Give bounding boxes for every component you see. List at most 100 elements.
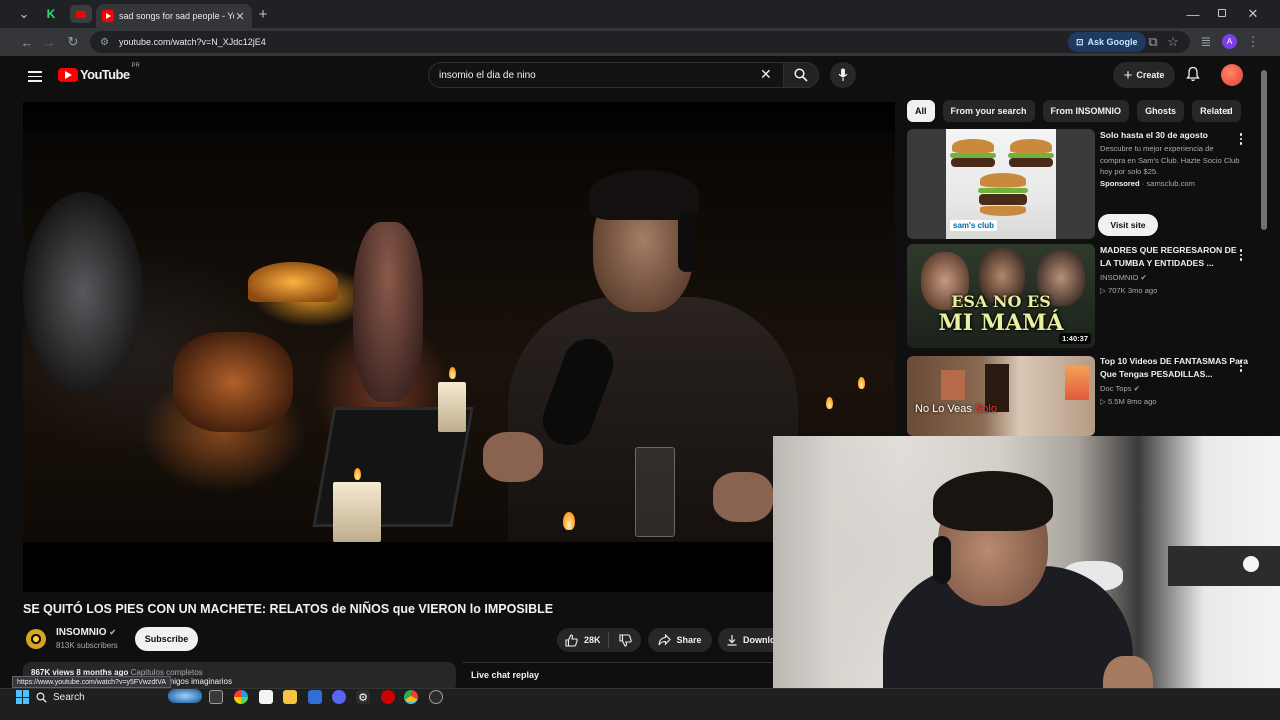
new-tab-button[interactable]: + bbox=[256, 0, 270, 28]
channel-name[interactable]: INSOMNIO ✔ bbox=[1100, 272, 1147, 283]
burger-illustration bbox=[1010, 139, 1052, 153]
video-thumbnail[interactable]: ESA NO ES MI MAMÁ 1:40:37 bbox=[907, 244, 1095, 348]
page-scrollbar[interactable] bbox=[1261, 70, 1267, 230]
subscribe-button[interactable]: Subscribe bbox=[135, 627, 198, 651]
channel-avatar[interactable] bbox=[26, 629, 46, 649]
water-glass bbox=[635, 447, 675, 537]
channel-name-text: INSOMNIO bbox=[56, 627, 107, 638]
ad-domain: samsclub.com bbox=[1146, 179, 1195, 188]
youtube-logo-icon bbox=[58, 67, 78, 82]
chrome-icon[interactable] bbox=[404, 690, 418, 704]
webcam-lamp bbox=[1243, 556, 1259, 572]
video-frame bbox=[23, 102, 895, 592]
file-explorer-icon[interactable] bbox=[283, 690, 297, 704]
video-meta: ▷ 707K 3mo ago bbox=[1100, 285, 1157, 296]
sams-club-logo: sam's club bbox=[950, 220, 998, 231]
channel-name[interactable]: INSOMNIO ✔ bbox=[56, 627, 116, 638]
chip-ghosts[interactable]: Ghosts bbox=[1137, 100, 1185, 122]
outlook-icon[interactable] bbox=[308, 690, 322, 704]
search-icon bbox=[36, 691, 47, 703]
notepad-icon[interactable] bbox=[259, 690, 273, 704]
discord-icon[interactable] bbox=[332, 690, 346, 704]
link-hover-status: https://www.youtube.com/watch?v=y5FVwzdt… bbox=[12, 676, 172, 688]
video-thumbnail[interactable]: No Lo Veas Solo bbox=[907, 356, 1095, 436]
window-close-icon[interactable]: ✕ bbox=[1246, 0, 1260, 28]
ad-thumbnail[interactable]: sam's club bbox=[907, 129, 1095, 239]
youtube-logo[interactable]: YouTube PR bbox=[58, 63, 140, 82]
windows-start-icon[interactable] bbox=[16, 690, 30, 704]
burger-illustration bbox=[980, 173, 1026, 187]
chip-all[interactable]: All bbox=[907, 100, 935, 122]
obs-icon[interactable] bbox=[429, 690, 443, 704]
thumbnail-poster bbox=[1065, 366, 1089, 400]
video-title-link[interactable]: Top 10 Videos DE FANTASMAS Para Que Teng… bbox=[1100, 355, 1250, 380]
host-hand bbox=[483, 432, 543, 482]
share-label: Share bbox=[676, 635, 702, 645]
channel-name[interactable]: Doc Tops ✔ bbox=[1100, 383, 1140, 394]
settings-gear-icon[interactable]: ⚙ bbox=[356, 690, 370, 704]
views-icon: ▷ bbox=[1100, 286, 1106, 295]
reload-icon[interactable]: ↻ bbox=[62, 28, 84, 56]
webcam-overlay bbox=[773, 436, 1280, 720]
video-player[interactable] bbox=[23, 102, 895, 592]
kebab-icon[interactable] bbox=[1236, 249, 1246, 261]
bell-icon[interactable] bbox=[1186, 66, 1200, 82]
browser-menu-icon[interactable]: ⋮ bbox=[1242, 28, 1264, 56]
chip-related[interactable]: Related bbox=[1192, 100, 1241, 122]
search-input[interactable]: insomio el dia de nino bbox=[428, 62, 783, 88]
visit-site-button[interactable]: Visit site bbox=[1098, 214, 1158, 236]
thumbnail-text: No Lo Veas Solo bbox=[915, 403, 997, 415]
webcam-shelf bbox=[1168, 546, 1280, 586]
tab-active[interactable]: sad songs for sad people - You ✕ bbox=[96, 4, 252, 28]
minimize-icon[interactable]: — bbox=[1186, 0, 1200, 28]
restore-icon[interactable] bbox=[1218, 9, 1226, 17]
create-label: Create bbox=[1136, 70, 1165, 80]
account-avatar[interactable] bbox=[1221, 64, 1243, 86]
host-hand bbox=[713, 472, 773, 522]
site-info-icon[interactable]: ⚙ bbox=[100, 37, 109, 48]
chip-from-channel[interactable]: From INSOMNIO bbox=[1042, 100, 1130, 122]
verified-icon: ✔ bbox=[1133, 384, 1141, 393]
burger-patty bbox=[1009, 158, 1053, 167]
media-app-icon[interactable] bbox=[381, 690, 395, 704]
bookmark-star-icon[interactable]: ☆ bbox=[1162, 28, 1184, 56]
tab-search-icon[interactable]: ⌄ bbox=[14, 0, 34, 28]
reading-list-icon[interactable]: ≣ bbox=[1195, 28, 1217, 56]
back-arrow-icon[interactable]: ← bbox=[16, 28, 38, 56]
candle-flame bbox=[563, 512, 575, 530]
task-view-icon[interactable] bbox=[209, 690, 223, 704]
share-icon bbox=[658, 634, 672, 646]
youtube-favicon-icon bbox=[102, 10, 114, 22]
plus-icon: + bbox=[1123, 66, 1133, 84]
pinned-tab-youtube[interactable] bbox=[70, 5, 92, 23]
subscriber-count: 813K subscribers bbox=[56, 641, 118, 650]
search-button[interactable] bbox=[783, 62, 819, 88]
video-title-link[interactable]: MADRES QUE REGRESARON DE LA TUMBA Y ENTI… bbox=[1100, 244, 1250, 269]
ad-title[interactable]: Solo hasta el 30 de agosto bbox=[1100, 129, 1250, 142]
chip-from-your-search[interactable]: From your search bbox=[942, 100, 1035, 122]
voice-search-button[interactable] bbox=[830, 62, 856, 88]
clear-search-icon[interactable]: ✕ bbox=[760, 66, 772, 83]
channel-name-text: INSOMNIO bbox=[1100, 273, 1139, 282]
pinned-tab-kick-icon[interactable]: K bbox=[42, 0, 60, 28]
doll-figure bbox=[353, 222, 423, 402]
chevron-right-icon[interactable]: › bbox=[1226, 104, 1230, 118]
create-button[interactable]: + Create bbox=[1113, 62, 1175, 88]
edge-icon[interactable] bbox=[234, 690, 248, 704]
kebab-icon[interactable] bbox=[1236, 360, 1246, 372]
thumb-down-icon[interactable] bbox=[619, 634, 632, 647]
cast-icon[interactable]: ⧉ bbox=[1142, 28, 1164, 56]
hamburger-icon[interactable] bbox=[28, 68, 42, 85]
host-headphones bbox=[678, 212, 696, 272]
ask-google-button[interactable]: ⊡ Ask Google bbox=[1068, 32, 1146, 52]
search-icon bbox=[794, 68, 808, 82]
burger-lettuce bbox=[978, 188, 1028, 193]
tab-close-icon[interactable]: ✕ bbox=[234, 10, 246, 23]
address-bar[interactable]: ⚙ youtube.com/watch?v=N_XJdc12jE4 bbox=[90, 31, 1190, 53]
share-button[interactable]: Share bbox=[648, 628, 712, 652]
streamer-headphones bbox=[933, 536, 951, 584]
profile-avatar[interactable]: A bbox=[1222, 34, 1237, 49]
forward-arrow-icon[interactable]: → bbox=[38, 28, 60, 56]
candle-flame bbox=[354, 468, 361, 480]
thumbnail-text-red: Solo bbox=[974, 403, 997, 415]
